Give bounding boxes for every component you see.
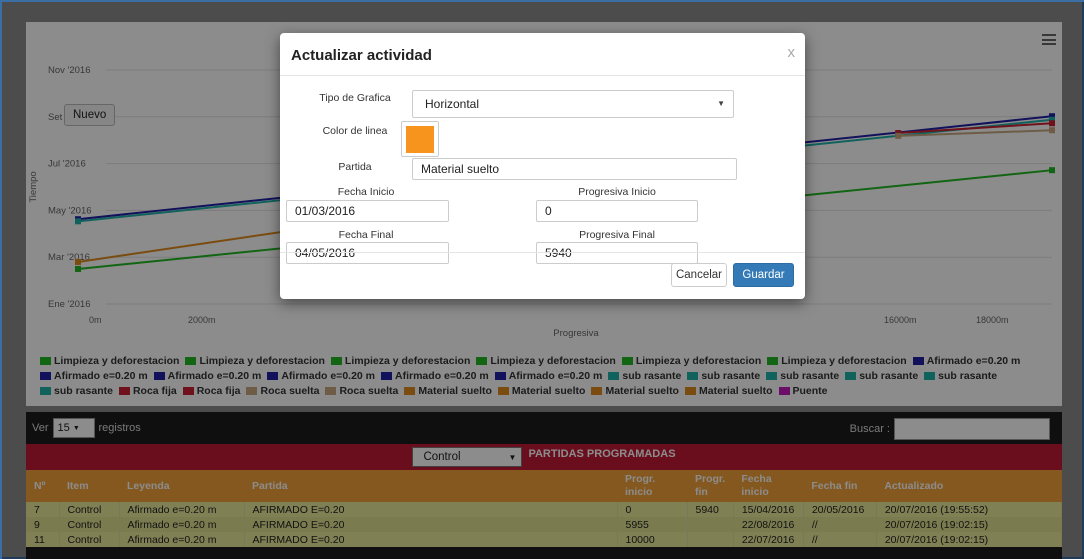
update-activity-modal: Actualizar actividad x Tipo de Grafica H…	[280, 33, 805, 299]
progresiva-inicio-input[interactable]: 0	[536, 200, 698, 222]
save-button[interactable]: Guardar	[733, 263, 794, 287]
modal-title: Actualizar actividad	[291, 47, 432, 64]
fecha-inicio-input[interactable]: 01/03/2016	[286, 200, 449, 222]
modal-header: Actualizar actividad x	[280, 33, 805, 76]
fecha-inicio-label: Fecha Inicio	[337, 186, 395, 198]
color-linea-label: Color de linea	[322, 125, 388, 137]
cancel-button[interactable]: Cancelar	[671, 263, 727, 287]
fecha-final-label: Fecha Final	[338, 229, 394, 241]
color-picker[interactable]	[401, 121, 439, 157]
partida-label: Partida	[338, 161, 372, 173]
tipo-grafica-select[interactable]: Horizontal ▼	[412, 90, 734, 118]
tipo-grafica-value: Horizontal	[425, 97, 480, 111]
progresiva-inicio-label: Progresiva Inicio	[578, 186, 656, 198]
close-icon[interactable]: x	[788, 44, 796, 61]
partida-input[interactable]: Material suelto	[412, 158, 737, 180]
tipo-grafica-label: Tipo de Grafica	[319, 92, 391, 104]
color-swatch	[406, 125, 434, 153]
modal-footer: Cancelar Guardar	[280, 252, 805, 299]
chevron-down-icon: ▼	[717, 99, 725, 108]
progresiva-final-label: Progresiva Final	[579, 229, 655, 241]
app-frame: Nov '2016Set '2016Jul '2016May '2016Mar …	[0, 0, 1084, 559]
